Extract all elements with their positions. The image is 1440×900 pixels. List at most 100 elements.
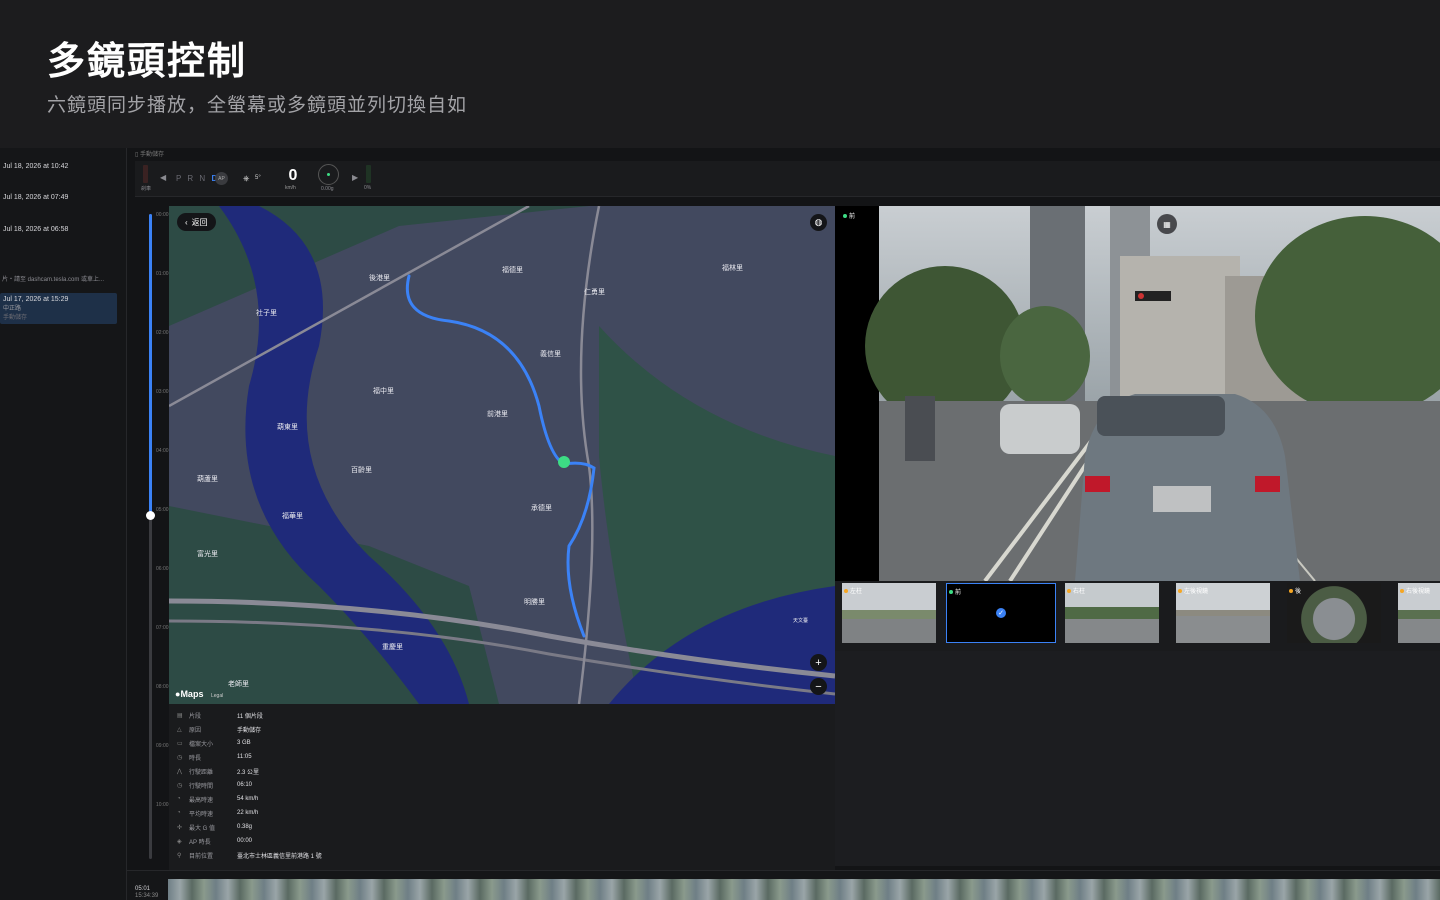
timeline-tick: 03:00 (156, 389, 169, 395)
timeline-tick: 10:00 (156, 802, 169, 808)
globe-icon[interactable]: ◍ (810, 214, 827, 231)
brake-label: 剎車 (141, 186, 152, 192)
map-label: 義信里 (540, 351, 561, 358)
video-empty-area (835, 651, 1440, 866)
speed-unit: km/h (285, 185, 296, 191)
hero-title: 多鏡頭控制 (47, 41, 248, 83)
gear-indicator: P R N D (176, 174, 217, 183)
film-icon: ▤ (177, 712, 183, 719)
info-row: ▭ 檔案大小 3 GB (177, 740, 251, 748)
route-map[interactable]: 後港里 福德里 仁勇里 福林里 社子里 義信里 福中里 前港里 葫東里 百齡里 … (169, 206, 835, 704)
camera-label: 前 (843, 211, 855, 220)
maps-legal-link[interactable]: Legal (211, 693, 223, 699)
steering-wheel-icon: ⎈ (243, 174, 250, 183)
map-label: 福中里 (373, 388, 394, 395)
timeline-tick: 05:00 (156, 507, 169, 513)
map-label: 承德里 (531, 505, 552, 512)
clip-item-selected[interactable]: Jul 17, 2026 at 15:29 中正路 手動儲存 (0, 293, 117, 324)
info-row: △ 原因 手動儲存 (177, 726, 262, 734)
clip-location: 中正路 (3, 306, 22, 312)
grid-layout-icon[interactable]: ▦ (1157, 214, 1177, 234)
timeline-tick: 09:00 (156, 743, 169, 749)
timeline-tick: 08:00 (156, 684, 169, 690)
camera-thumbnail[interactable]: 左後視鏡 (1176, 583, 1270, 643)
gforce-dial (318, 164, 339, 185)
back-label: 返回 (191, 217, 208, 227)
map-label: 社子里 (256, 310, 277, 317)
zoom-out-button[interactable]: − (810, 678, 827, 695)
map-label: 仁勇里 (584, 289, 605, 296)
info-row: ◔ 平均時速 22 km/h (177, 810, 259, 818)
location-icon: ⚲ (177, 852, 182, 859)
info-row: ◈ AP 時長 00:00 (177, 838, 253, 846)
throttle-meter (366, 165, 371, 183)
timeline-progress (149, 214, 152, 514)
clip-item[interactable]: Jul 18, 2026 at 10:42 (0, 163, 120, 170)
live-dot-icon (843, 214, 847, 218)
clock-icon: ◷ (177, 754, 183, 761)
camera-thumbnail[interactable]: 左柱 (842, 583, 936, 643)
map-label: 福德里 (502, 267, 523, 274)
timeline-tick: 07:00 (156, 625, 169, 631)
steering-angle: 5° (255, 175, 261, 181)
info-row: ✢ 最大 G 值 0.38g (177, 824, 253, 832)
distance-icon: ⋀ (177, 768, 182, 775)
main-camera-view[interactable]: 前 ▦ (835, 206, 1440, 581)
map-label: 老師里 (228, 681, 249, 688)
map-label: 前港里 (487, 411, 508, 418)
timeline-scrubber[interactable]: 00:00 01:00 02:00 03:00 04:00 05:00 06:0… (136, 206, 169, 866)
hero-section: 多鏡頭控制 六鏡頭同步播放，全螢幕或多鏡頭並列切換自如 (0, 0, 1440, 148)
throttle-value: 0% (364, 185, 372, 191)
gforce-dot (327, 173, 330, 176)
brake-meter (143, 165, 148, 183)
speedometer-icon: ◔ (177, 810, 181, 816)
clip-date: Jul 18, 2026 at 07:49 (3, 194, 69, 201)
map-label: 葫蘆里 (197, 476, 218, 483)
maps-logo: ●Maps (175, 689, 204, 699)
info-row: ⋀ 行駛距離 2.3 公里 (177, 768, 260, 776)
disk-icon: ▭ (177, 740, 183, 747)
camera-thumbnail-strip: 左柱 前 ✓ 右柱 左後視鏡 後 右後視鏡 (835, 581, 1440, 651)
clip-date: Jul 18, 2026 at 06:58 (3, 226, 69, 233)
map-canvas (169, 206, 835, 704)
map-label: 明勝里 (524, 599, 545, 606)
map-label: 天文臺 (793, 618, 809, 624)
timeline-tick: 01:00 (156, 271, 169, 277)
telemetry-bar: 剎車 ◀ P R N D AP ⎈ 5° 0 km/h 0.00g ▶ 0% (135, 161, 1440, 197)
info-row: ◷ 行駛時間 06:10 (177, 782, 253, 790)
camera-thumbnail[interactable]: 右後視鏡 (1398, 583, 1440, 643)
left-signal-icon: ◀ (160, 173, 167, 182)
map-label: 福林里 (722, 265, 743, 272)
info-row: ▤ 片段 11 個片段 (177, 712, 263, 720)
timeline-handle[interactable] (146, 511, 155, 520)
gforce-icon: ✢ (177, 824, 183, 831)
speed-value: 0 (288, 167, 298, 184)
sidebar-note: 片・請至 dashcam.tesla.com 或車上... (2, 277, 105, 283)
camera-thumbnail-selected[interactable]: 前 ✓ (946, 583, 1056, 643)
timer-icon: ◷ (177, 782, 183, 789)
zoom-in-button[interactable]: + (810, 654, 827, 671)
timeline-tick: 02:00 (156, 330, 169, 336)
hero-subtitle: 六鏡頭同步播放，全螢幕或多鏡頭並列切換自如 (47, 95, 468, 116)
back-button[interactable]: ‹ 返回 (177, 213, 216, 231)
camera-thumbnail[interactable]: 右柱 (1065, 583, 1159, 643)
timeline-tick: 00:00 (156, 212, 169, 218)
video-filmstrip[interactable] (168, 879, 1440, 900)
checkmark-icon: ✓ (996, 608, 1006, 618)
chevron-left-icon: ‹ (185, 217, 188, 227)
clip-item[interactable]: Jul 18, 2026 at 07:49 (0, 194, 120, 201)
camera-frame (835, 206, 1440, 581)
clip-item[interactable]: Jul 18, 2026 at 06:58 (0, 226, 120, 233)
camera-thumbnail[interactable]: 後 (1287, 583, 1381, 643)
clip-date: Jul 17, 2026 at 15:29 (3, 296, 69, 303)
info-row: ◷ 時長 11:05 (177, 754, 252, 762)
map-label: 葫東里 (277, 424, 298, 431)
autopilot-badge: AP (215, 172, 228, 185)
warning-icon: △ (177, 726, 182, 733)
map-label: 後港里 (369, 275, 390, 282)
clip-date: Jul 18, 2026 at 10:42 (3, 163, 69, 170)
map-label: 重慶里 (382, 644, 403, 651)
timeline-tick: 04:00 (156, 448, 169, 454)
info-row: ◔ 最高時速 54 km/h (177, 796, 259, 804)
clip-reason: 手動儲存 (3, 315, 28, 321)
